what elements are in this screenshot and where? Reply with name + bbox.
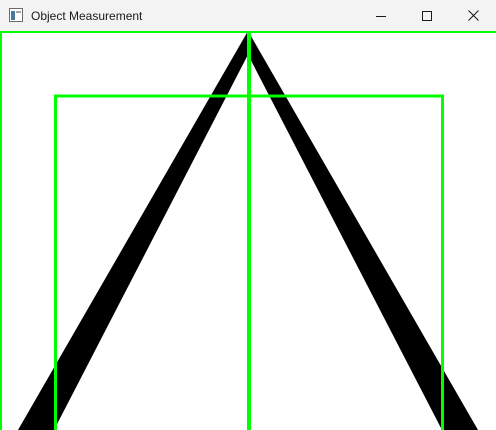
minimize-button[interactable]: [358, 0, 404, 31]
app-window: Object Measurement: [0, 0, 496, 430]
maximize-button[interactable]: [404, 0, 450, 31]
object-left-stroke: [18, 31, 254, 430]
minimize-icon: [376, 15, 386, 17]
close-button[interactable]: [450, 0, 496, 31]
window-title: Object Measurement: [31, 9, 143, 23]
close-icon: [467, 10, 479, 21]
image-canvas: [0, 31, 496, 430]
app-icon: [9, 8, 23, 22]
title-bar[interactable]: Object Measurement: [0, 0, 496, 31]
maximize-icon: [422, 10, 432, 21]
